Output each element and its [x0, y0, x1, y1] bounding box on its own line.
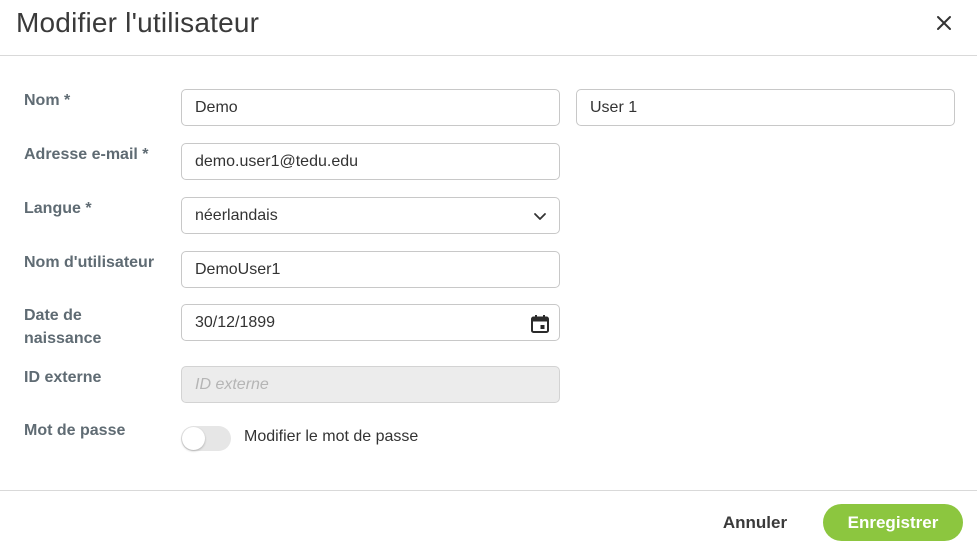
- birthdate-label-line1: Date de: [24, 307, 82, 324]
- password-label: Mot de passe: [24, 422, 126, 439]
- chevron-down-icon: [533, 209, 547, 223]
- language-select[interactable]: néerlandais: [181, 197, 560, 234]
- close-icon[interactable]: [932, 11, 956, 35]
- external-id-input: [195, 375, 546, 394]
- name-label: Nom *: [24, 92, 71, 109]
- username-label: Nom d'utilisateur: [24, 254, 155, 271]
- language-label: Langue *: [24, 200, 92, 217]
- birthdate-label: Date de naissance: [24, 304, 101, 350]
- birthdate-field[interactable]: [181, 304, 560, 341]
- change-password-toggle-label[interactable]: Modifier le mot de passe: [244, 428, 418, 446]
- save-button[interactable]: Enregistrer: [823, 504, 963, 541]
- last-name-field[interactable]: [576, 89, 955, 126]
- email-field[interactable]: [181, 143, 560, 180]
- first-name-field[interactable]: [181, 89, 560, 126]
- first-name-input[interactable]: [195, 98, 546, 117]
- birthdate-input[interactable]: [195, 313, 546, 332]
- footer-divider: [0, 490, 977, 491]
- email-input[interactable]: [195, 152, 546, 171]
- last-name-input[interactable]: [590, 98, 941, 117]
- birthdate-label-line2: naissance: [24, 330, 102, 347]
- cancel-button[interactable]: Annuler: [705, 505, 805, 541]
- username-input[interactable]: [195, 260, 546, 279]
- external-id-field: [181, 366, 560, 403]
- language-selected-value: néerlandais: [195, 206, 278, 224]
- dialog-title: Modifier l'utilisateur: [16, 7, 260, 38]
- username-field[interactable]: [181, 251, 560, 288]
- calendar-icon[interactable]: [530, 314, 550, 334]
- email-label: Adresse e-mail *: [24, 146, 149, 163]
- toggle-knob: [182, 427, 205, 450]
- external-id-label: ID externe: [24, 369, 102, 386]
- dialog-header: Modifier l'utilisateur: [0, 0, 977, 56]
- change-password-toggle[interactable]: [181, 426, 231, 451]
